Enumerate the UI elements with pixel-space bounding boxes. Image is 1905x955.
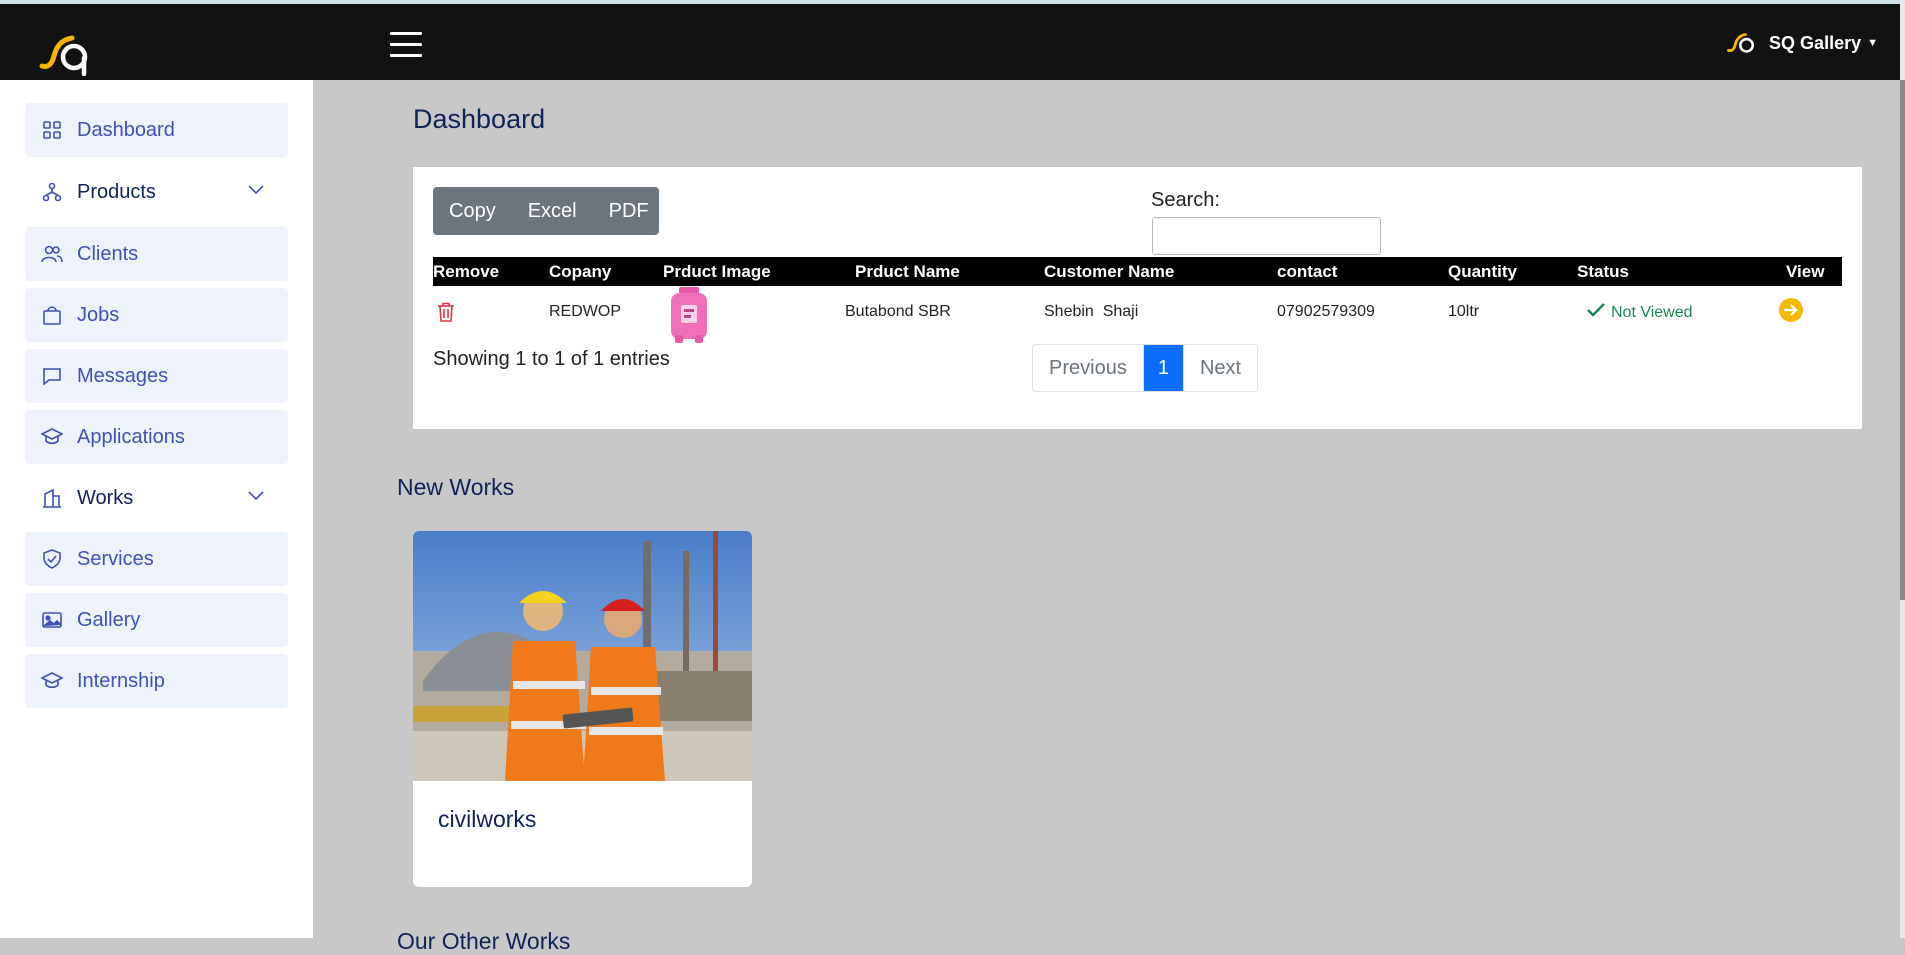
- sidebar-item-services[interactable]: Services: [25, 532, 288, 586]
- sidebar-item-label: Services: [77, 547, 154, 570]
- cell-product-name: Butabond SBR: [845, 303, 951, 320]
- hierarchy-icon: [41, 181, 63, 203]
- previous-page-button[interactable]: Previous: [1033, 345, 1143, 391]
- caret-down-icon: ▼: [1867, 37, 1878, 49]
- grid-icon: [41, 119, 63, 141]
- cell-customer-name: Shebin Shaji: [1044, 303, 1139, 320]
- sidebar-item-applications[interactable]: Applications: [25, 410, 288, 464]
- building-icon: [41, 487, 63, 509]
- export-button-group: Copy Excel PDF: [433, 187, 659, 235]
- sidebar-item-clients[interactable]: Clients: [25, 227, 288, 281]
- bag-icon: [41, 304, 63, 326]
- column-header-company[interactable]: Copany: [549, 262, 611, 282]
- pagination: Previous 1 Next: [1032, 344, 1259, 392]
- sidebar: Dashboard Products Clients Jobs Messages…: [0, 80, 313, 938]
- other-works-heading: Our Other Works: [397, 928, 571, 954]
- users-icon: [41, 243, 63, 265]
- page-title: Dashboard: [413, 104, 546, 134]
- cell-company: REDWOP: [549, 303, 621, 320]
- sidebar-item-label: Gallery: [77, 608, 141, 631]
- chevron-down-icon: [248, 185, 264, 195]
- brand-name: SQ Gallery: [1769, 32, 1862, 53]
- sq-brand-icon: [1727, 33, 1755, 53]
- cell-contact: 07902579309: [1277, 303, 1375, 320]
- sidebar-item-jobs[interactable]: Jobs: [25, 288, 288, 342]
- search-label: Search:: [1151, 189, 1220, 211]
- sidebar-item-label: Messages: [77, 364, 169, 387]
- excel-button[interactable]: Excel: [512, 200, 593, 223]
- sidebar-item-label: Works: [77, 486, 134, 509]
- copy-button[interactable]: Copy: [433, 200, 512, 223]
- column-header-quantity[interactable]: Quantity: [1448, 262, 1517, 282]
- sidebar-item-label: Products: [77, 180, 156, 203]
- sidebar-item-label: Clients: [77, 242, 139, 265]
- graduation-cap-icon: [41, 670, 63, 692]
- chat-icon: [41, 365, 63, 387]
- column-header-status[interactable]: Status: [1577, 262, 1629, 282]
- status-text: Not Viewed: [1611, 304, 1693, 321]
- page-1-button[interactable]: 1: [1142, 345, 1183, 391]
- image-icon: [41, 609, 63, 631]
- sidebar-item-messages[interactable]: Messages: [25, 349, 288, 403]
- sidebar-item-internship[interactable]: Internship: [25, 654, 288, 708]
- status-badge: Not Viewed: [1587, 301, 1693, 321]
- sidebar-item-products[interactable]: Products: [25, 165, 288, 219]
- sidebar-item-gallery[interactable]: Gallery: [25, 593, 288, 647]
- sidebar-item-label: Dashboard: [77, 118, 175, 141]
- table-header: Remove Copany Prduct Image Prduct Name C…: [433, 257, 1842, 286]
- column-header-product-image[interactable]: Prduct Image: [663, 262, 771, 282]
- new-works-heading: New Works: [397, 474, 515, 500]
- sidebar-item-dashboard[interactable]: Dashboard: [25, 103, 288, 157]
- top-navbar: SQ Gallery ▼: [0, 4, 1900, 80]
- sidebar-item-label: Applications: [77, 425, 185, 448]
- search-input[interactable]: [1152, 217, 1381, 255]
- column-header-contact[interactable]: contact: [1277, 262, 1337, 282]
- work-card[interactable]: civilworks: [413, 531, 752, 887]
- page-scrollbar[interactable]: [1900, 0, 1905, 938]
- hamburger-menu-button[interactable]: [390, 32, 422, 58]
- shield-icon: [41, 548, 63, 570]
- scrollbar-thumb[interactable]: [1900, 80, 1905, 600]
- sq-logo-icon[interactable]: [38, 30, 94, 76]
- sidebar-item-label: Jobs: [77, 303, 120, 326]
- arrow-right-circle-icon[interactable]: [1779, 298, 1803, 322]
- sidebar-item-works[interactable]: Works: [25, 471, 288, 525]
- hamburger-icon: [390, 32, 422, 35]
- column-header-customer-name[interactable]: Customer Name: [1044, 262, 1174, 282]
- cell-quantity: 10ltr: [1448, 303, 1480, 320]
- user-menu-dropdown[interactable]: SQ Gallery ▼: [1725, 30, 1878, 56]
- orders-table-card: Copy Excel PDF Search: Remove Copany Prd…: [413, 167, 1862, 429]
- sidebar-item-label: Internship: [77, 669, 165, 692]
- graduation-cap-icon: [41, 426, 63, 448]
- pdf-button[interactable]: PDF: [593, 200, 665, 223]
- next-page-button[interactable]: Next: [1182, 345, 1258, 391]
- work-title: civilworks: [438, 806, 537, 832]
- work-photo: [413, 531, 752, 781]
- table-info: Showing 1 to 1 of 1 entries: [433, 348, 670, 370]
- trash-icon[interactable]: [437, 302, 455, 322]
- chevron-down-icon: [248, 491, 264, 501]
- column-header-view[interactable]: View: [1786, 262, 1824, 282]
- column-header-product-name[interactable]: Prduct Name: [855, 262, 960, 282]
- check-icon: [1587, 303, 1605, 317]
- column-header-remove[interactable]: Remove: [433, 262, 499, 282]
- product-image: [671, 287, 707, 343]
